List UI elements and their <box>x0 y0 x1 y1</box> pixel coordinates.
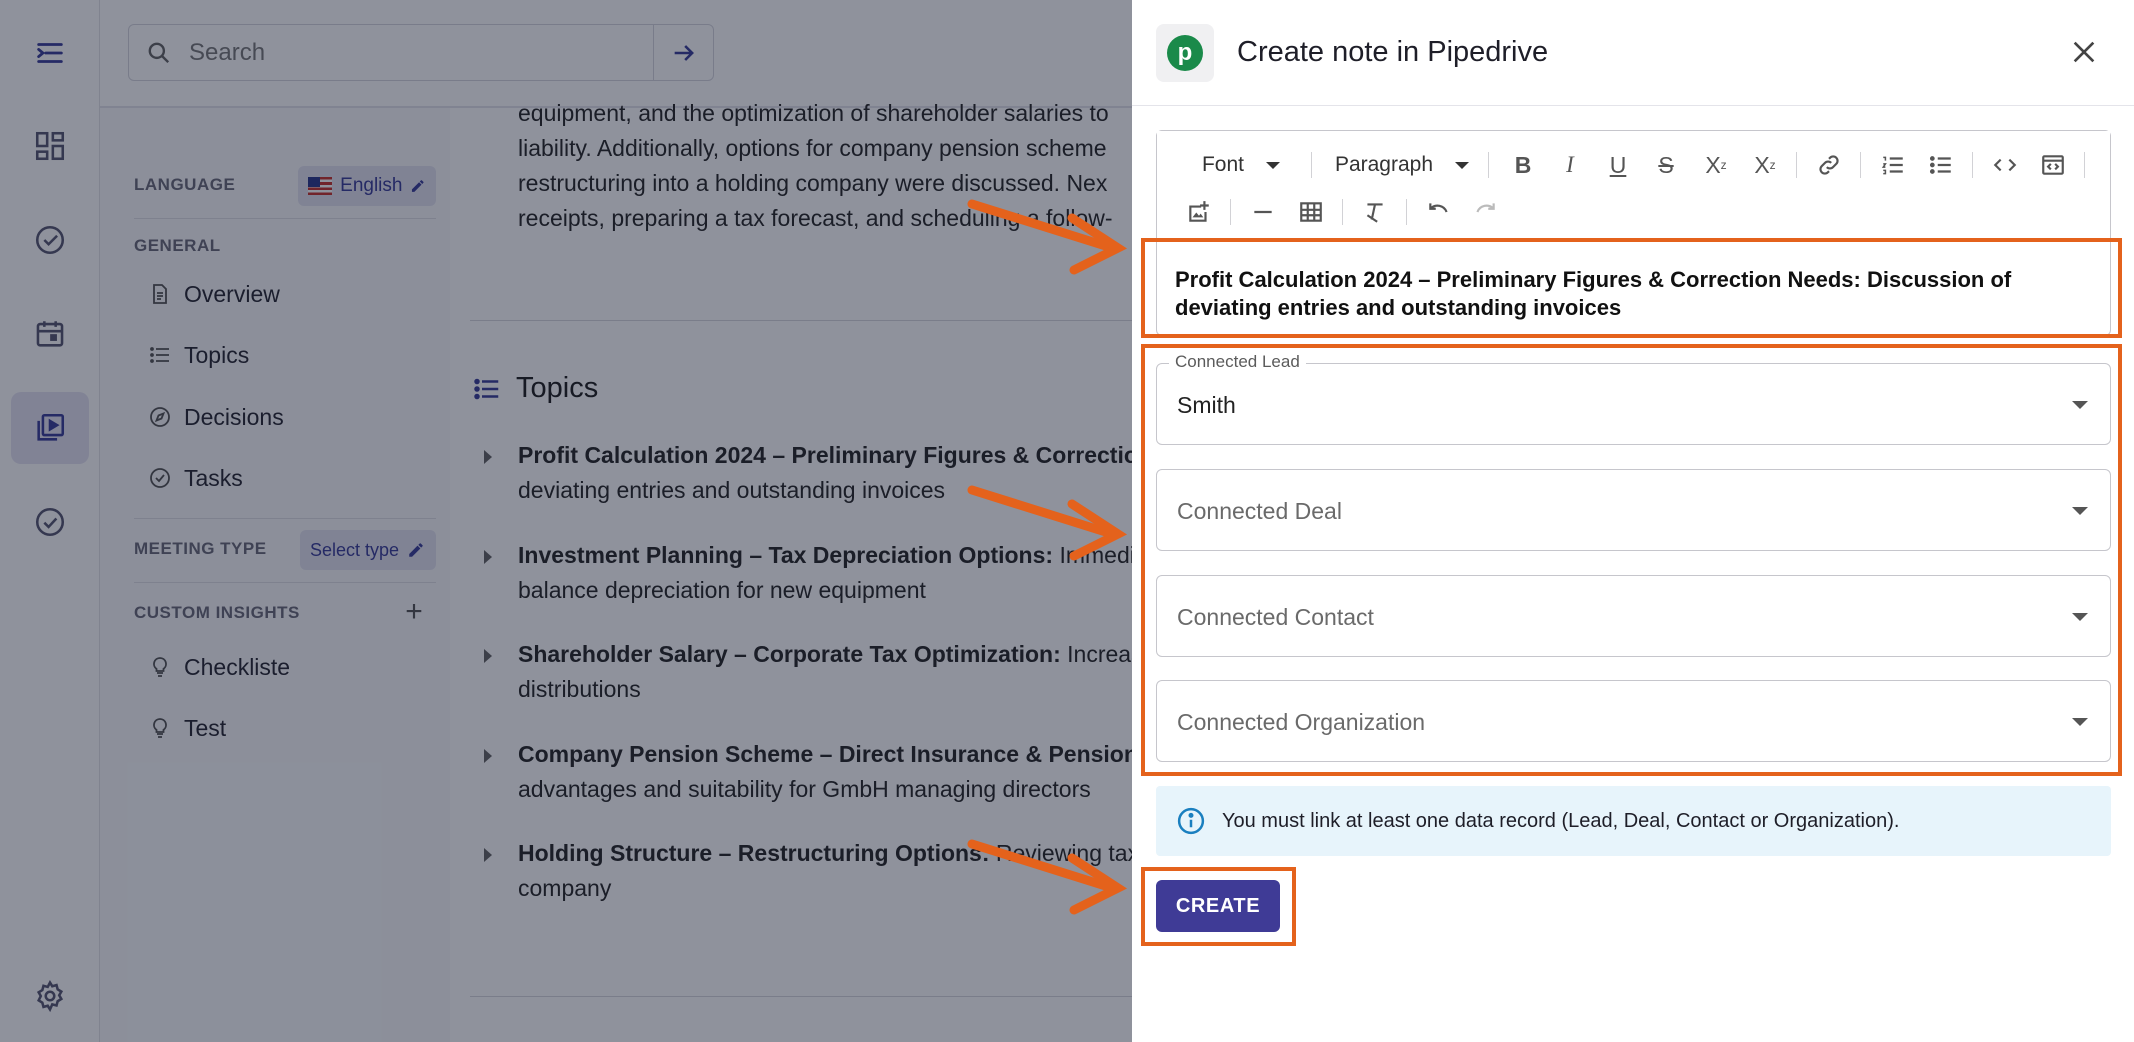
annotation-arrows <box>967 199 1128 915</box>
